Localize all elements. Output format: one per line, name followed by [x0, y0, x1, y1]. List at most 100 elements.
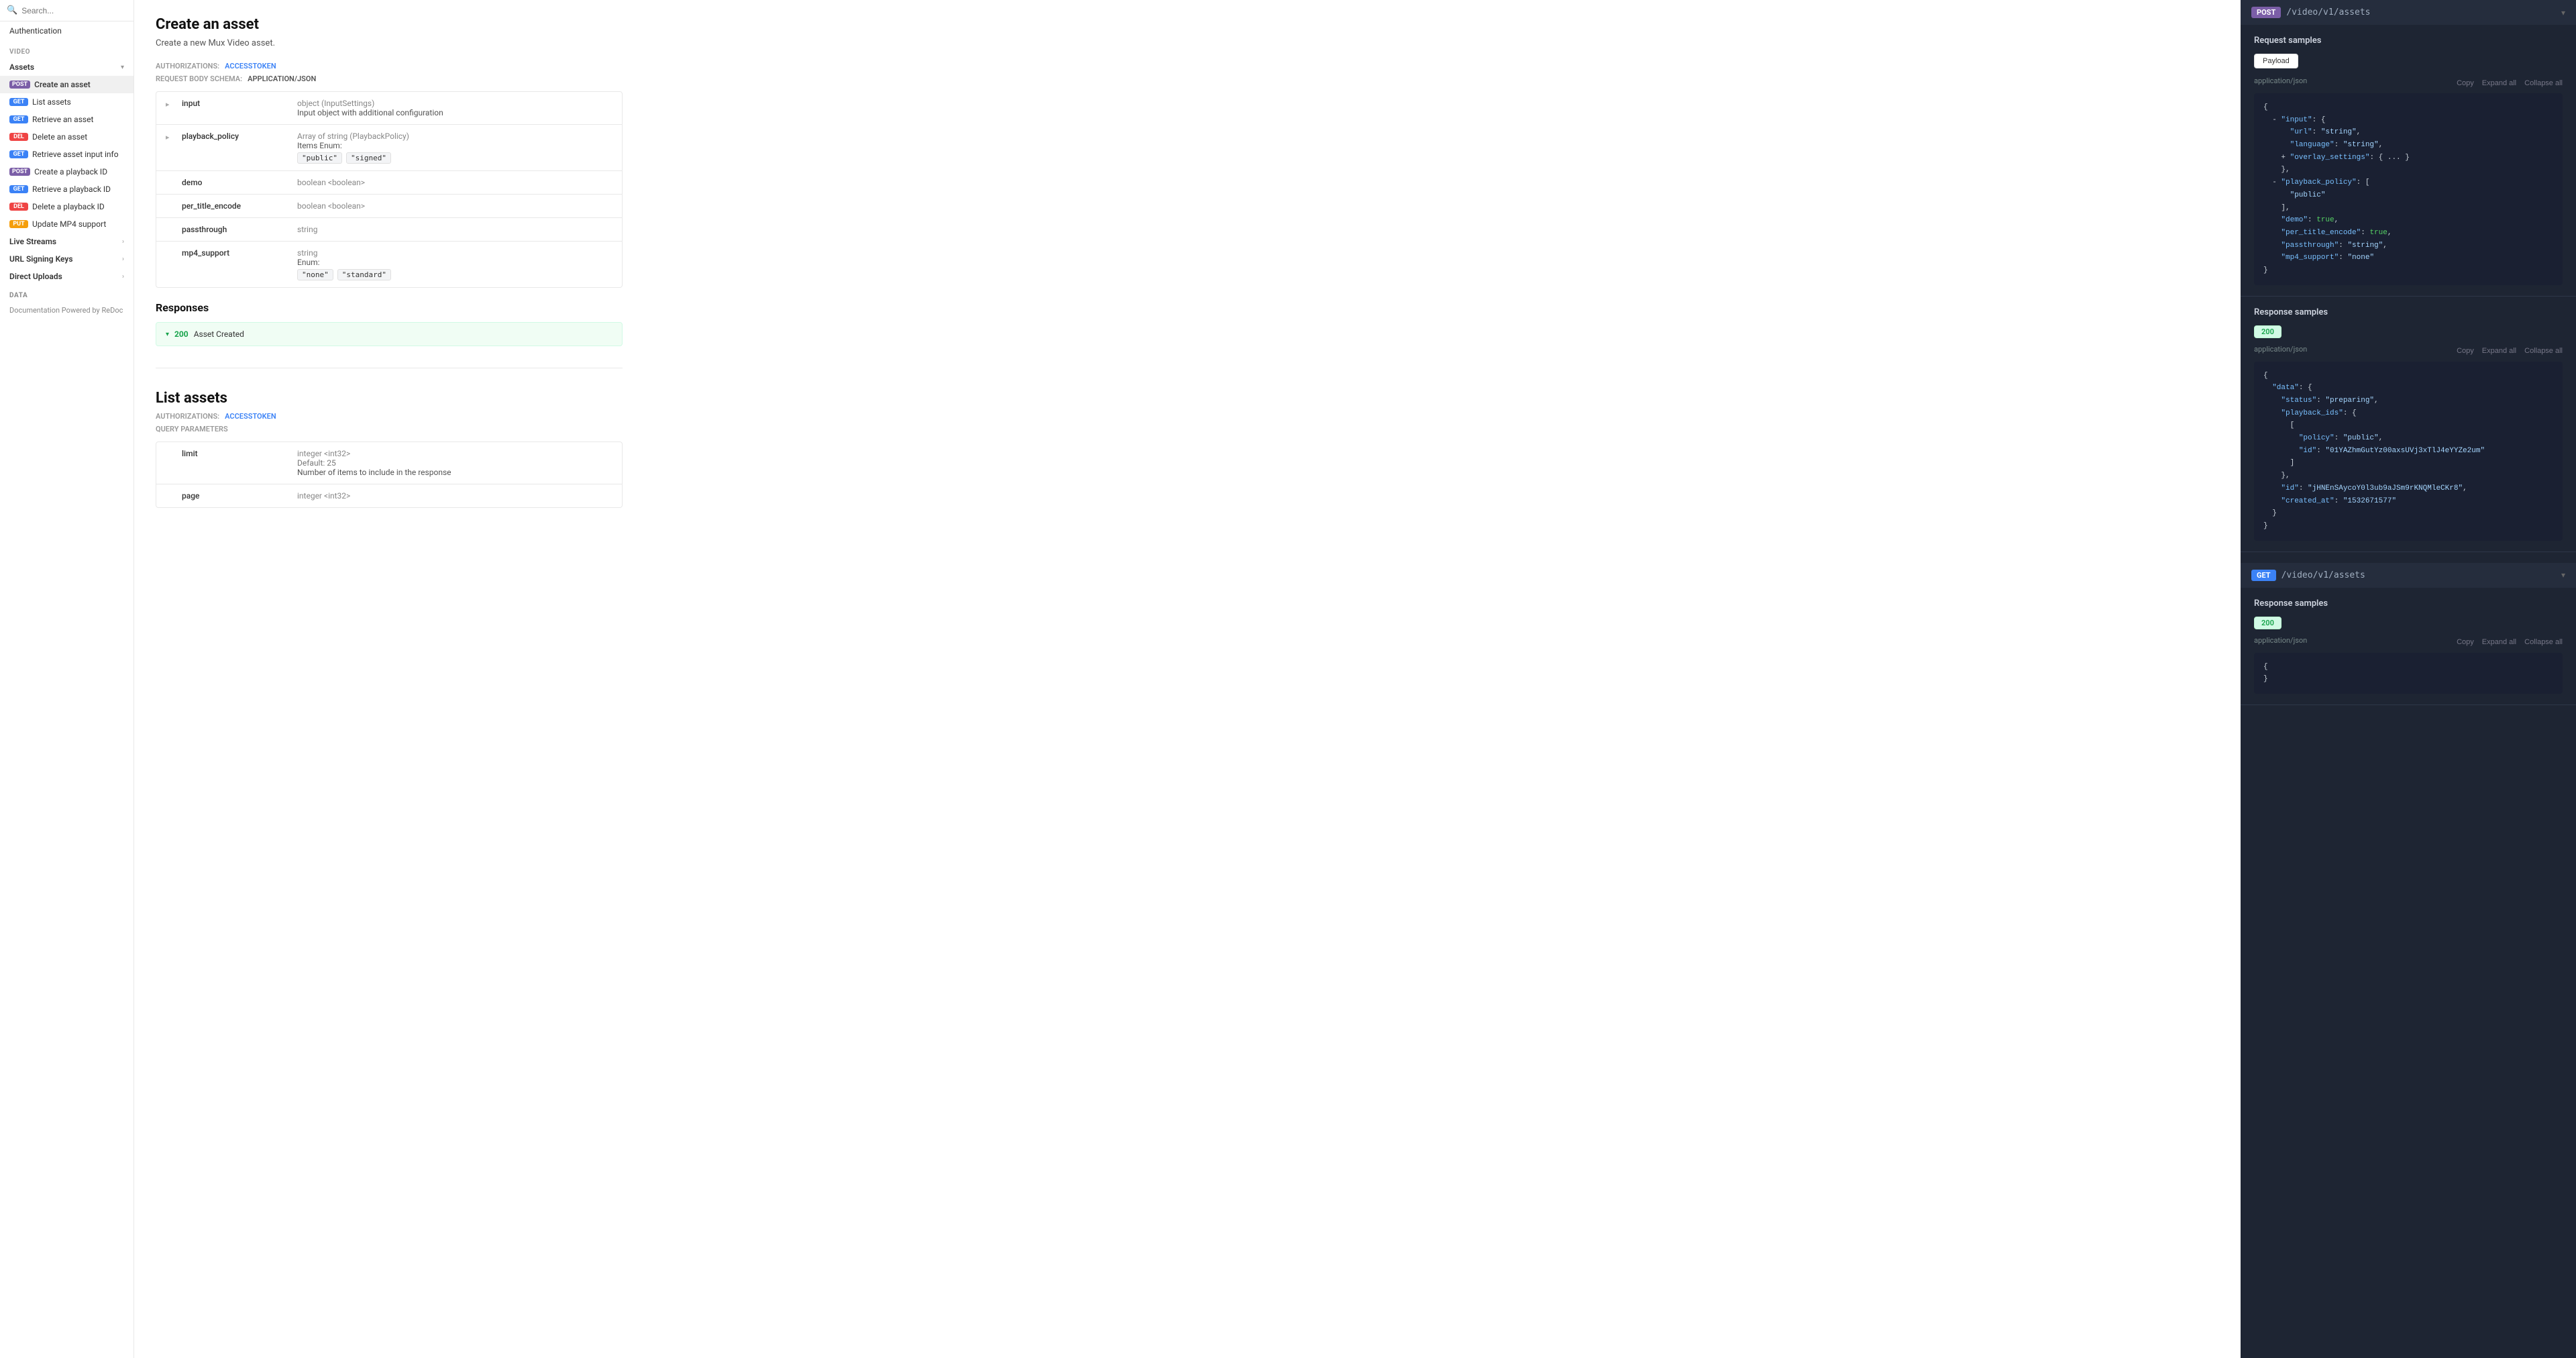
- collapse-all-button[interactable]: Collapse all: [2524, 638, 2563, 646]
- authorizations-label: AUTHORIZATIONS:: [156, 62, 219, 70]
- request-code-block: { - "input": { "url": "string", "languag…: [2254, 93, 2563, 285]
- sidebar: 🔍 Authentication Video Assets ▾ POST Cre…: [0, 0, 134, 1358]
- responses-title: Responses: [156, 301, 623, 314]
- sidebar-item-create-asset[interactable]: POST Create an asset: [0, 76, 133, 93]
- param-desc: integer <int32> Default: 25 Number of it…: [297, 449, 612, 477]
- content-type-label: application/json: [2254, 345, 2307, 354]
- sidebar-item-label: Retrieve asset input info: [32, 150, 119, 159]
- list-response-samples-title: Response samples: [2254, 598, 2563, 609]
- chevron-down-icon: ▾: [121, 64, 124, 71]
- sidebar-item-label: Create an asset: [34, 80, 91, 89]
- enum-chip: "signed": [346, 152, 391, 164]
- enum-chip: "public": [297, 152, 342, 164]
- param-desc: boolean <boolean>: [297, 201, 612, 211]
- sidebar-item-retrieve-asset[interactable]: GET Retrieve an asset: [0, 111, 133, 128]
- del-badge: DEL: [9, 203, 28, 211]
- get-badge: GET: [9, 185, 28, 193]
- authorizations-link[interactable]: accessToken: [225, 412, 276, 421]
- expand-arrow[interactable]: ▸: [166, 133, 174, 142]
- collapse-arrow[interactable]: ▾: [2561, 570, 2565, 580]
- copy-button[interactable]: Copy: [2457, 79, 2474, 87]
- authorizations-link[interactable]: accessToken: [225, 62, 276, 70]
- sidebar-item-retrieve-playback-id[interactable]: GET Retrieve a playback ID: [0, 180, 133, 198]
- response-samples-title: Response samples: [2254, 307, 2563, 317]
- sidebar-item-label: Delete an asset: [32, 132, 87, 142]
- status-badge-200[interactable]: 200: [2254, 325, 2282, 338]
- param-name: per_title_encode: [182, 201, 289, 211]
- sidebar-item-update-mp4[interactable]: PUT Update MP4 support: [0, 215, 133, 233]
- param-row-limit: limit integer <int32> Default: 25 Number…: [156, 442, 622, 484]
- chevron-down-icon: ▾: [166, 331, 169, 338]
- sidebar-item-label: Create a playback ID: [34, 167, 107, 176]
- expand-all-button[interactable]: Expand all: [2482, 79, 2516, 87]
- param-name: mp4_support: [182, 248, 289, 258]
- search-box[interactable]: 🔍: [0, 0, 133, 21]
- param-name: page: [182, 491, 289, 501]
- collapse-all-button[interactable]: Collapse all: [2524, 347, 2563, 355]
- content-type-label: application/json: [2254, 76, 2307, 85]
- sidebar-item-assets[interactable]: Assets ▾: [0, 58, 133, 76]
- response-code-block: { "data": { "status": "preparing", "play…: [2254, 362, 2563, 541]
- params-table: ▸ input object (InputSettings) Input obj…: [156, 91, 623, 288]
- expand-all-button[interactable]: Expand all: [2482, 638, 2516, 646]
- tab-bar: Payload: [2254, 54, 2563, 68]
- copy-button[interactable]: Copy: [2457, 347, 2474, 355]
- sidebar-item-create-playback-id[interactable]: POST Create a playback ID: [0, 163, 133, 180]
- list-authorizations-row: AUTHORIZATIONS: accessToken: [156, 412, 623, 421]
- post-endpoint-bar: POST /video/v1/assets ▾: [2241, 0, 2576, 25]
- sidebar-item-authentication[interactable]: Authentication: [0, 21, 133, 40]
- request-samples-title: Request samples: [2254, 36, 2563, 46]
- sidebar-item-direct-uploads[interactable]: Direct Uploads ›: [0, 268, 133, 285]
- sidebar-item-url-signing[interactable]: URL Signing Keys ›: [0, 250, 133, 268]
- response-samples-section: Response samples 200 application/json Co…: [2241, 297, 2576, 552]
- chevron-right-icon: ›: [122, 256, 124, 263]
- request-body-row: REQUEST BODY SCHEMA: application/json: [156, 74, 623, 83]
- expand-arrow[interactable]: ▸: [166, 100, 174, 109]
- expand-all-button[interactable]: Expand all: [2482, 347, 2516, 355]
- list-response-samples-section: Response samples 200 application/json Co…: [2241, 588, 2576, 705]
- enum-chip: "standard": [337, 269, 391, 280]
- collapse-all-button[interactable]: Collapse all: [2524, 79, 2563, 87]
- sidebar-item-live-streams[interactable]: Live Streams ›: [0, 233, 133, 250]
- param-name: limit: [182, 449, 289, 458]
- response-code: 200: [174, 329, 189, 339]
- sidebar-item-label: Delete a playback ID: [32, 202, 105, 211]
- request-samples-section: Request samples Payload application/json…: [2241, 25, 2576, 297]
- copy-button[interactable]: Copy: [2457, 638, 2474, 646]
- sidebar-item-list-assets[interactable]: GET List assets: [0, 93, 133, 111]
- list-status-badge-200[interactable]: 200: [2254, 617, 2282, 629]
- post-method-badge: POST: [2251, 7, 2281, 18]
- sidebar-item-label: Update MP4 support: [32, 219, 106, 229]
- sidebar-item-label: Authentication: [9, 26, 62, 36]
- chevron-right-icon: ›: [122, 273, 124, 280]
- post-badge: POST: [9, 81, 30, 89]
- sidebar-item-delete-playback-id[interactable]: DEL Delete a playback ID: [0, 198, 133, 215]
- list-content-type-label: application/json: [2254, 636, 2307, 645]
- live-streams-label: Live Streams: [9, 237, 56, 246]
- search-input[interactable]: [21, 6, 127, 15]
- sidebar-item-retrieve-asset-input[interactable]: GET Retrieve asset input info: [0, 146, 133, 163]
- param-name: passthrough: [182, 225, 289, 234]
- get-badge: GET: [9, 150, 28, 158]
- post-badge: POST: [9, 168, 30, 176]
- data-label: Data: [0, 285, 133, 302]
- collapse-arrow[interactable]: ▾: [2561, 8, 2565, 17]
- param-row-demo: demo boolean <boolean>: [156, 171, 622, 195]
- sidebar-item-documentation[interactable]: Documentation Powered by ReDoc: [0, 302, 133, 319]
- payload-tab[interactable]: Payload: [2254, 54, 2298, 68]
- request-body-value: application/json: [248, 74, 316, 83]
- sidebar-item-label: List assets: [32, 97, 71, 107]
- direct-uploads-label: Direct Uploads: [9, 272, 62, 281]
- param-desc: Array of string (PlaybackPolicy) Items E…: [297, 132, 612, 164]
- del-badge: DEL: [9, 133, 28, 141]
- list-params-table: limit integer <int32> Default: 25 Number…: [156, 441, 623, 508]
- param-desc: string: [297, 225, 612, 234]
- param-row-mp4-support: mp4_support string Enum: "none" "standar…: [156, 242, 622, 287]
- get-method-badge: GET: [2251, 570, 2276, 581]
- response-200-row[interactable]: ▾ 200 Asset Created: [156, 322, 623, 346]
- sidebar-item-delete-asset[interactable]: DEL Delete an asset: [0, 128, 133, 146]
- query-params-label: QUERY PARAMETERS: [156, 425, 228, 433]
- param-desc: object (InputSettings) Input object with…: [297, 99, 612, 117]
- default-value: Default: 25: [297, 458, 336, 468]
- documentation-link: Documentation Powered by ReDoc: [9, 306, 123, 315]
